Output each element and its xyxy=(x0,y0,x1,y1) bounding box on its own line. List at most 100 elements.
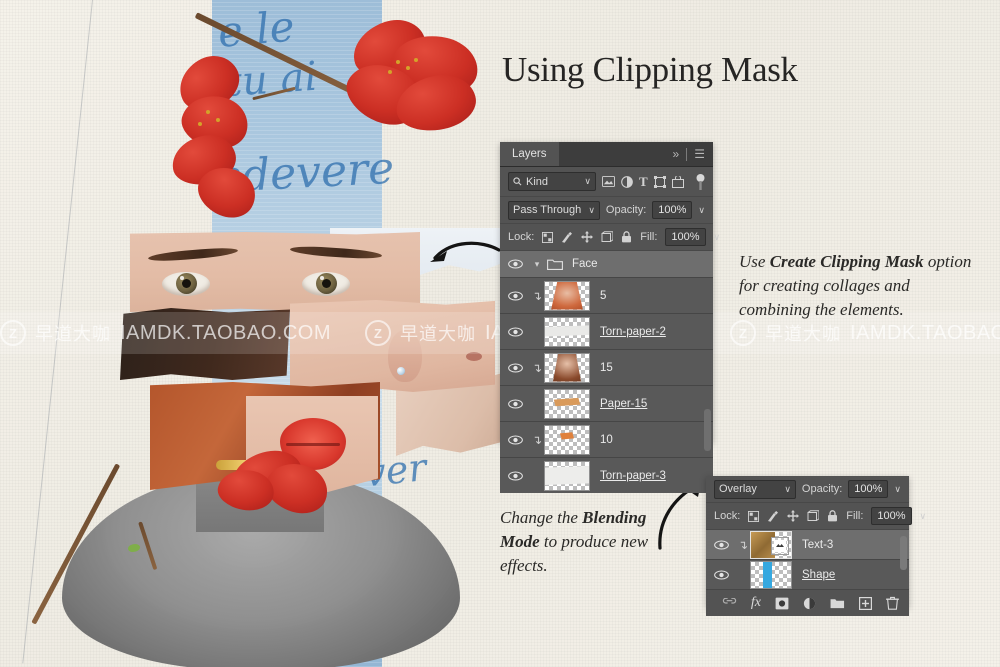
visibility-eye-icon[interactable] xyxy=(500,434,530,445)
filter-kind-select[interactable]: Kind ∨ xyxy=(508,172,596,191)
layer-name: 10 xyxy=(600,433,613,446)
pollen-b3 xyxy=(198,122,202,126)
visibility-eye-icon[interactable] xyxy=(706,569,736,580)
lock-all-icon[interactable] xyxy=(621,231,632,243)
dark-hair-slice xyxy=(120,308,290,380)
layer-thumbnail[interactable] xyxy=(750,560,792,589)
type-filter-icon[interactable]: T xyxy=(639,175,648,188)
delete-layer-icon[interactable] xyxy=(886,596,899,610)
adjustment-filter-icon[interactable] xyxy=(621,175,633,188)
lock-transparent-icon[interactable] xyxy=(542,231,554,243)
fill-chevron-down-icon[interactable]: ∨ xyxy=(920,511,927,522)
lock-artboard-icon[interactable] xyxy=(601,231,614,243)
layer-thumbnail[interactable] xyxy=(544,424,590,455)
opacity-label: Opacity: xyxy=(605,204,647,216)
link-icon[interactable] xyxy=(722,598,737,608)
layer-thumbnail[interactable] xyxy=(544,280,590,311)
fill-input[interactable]: 100% xyxy=(665,228,706,246)
pollen-a4 xyxy=(388,70,392,74)
layer-row-10[interactable]: ↴ 10 xyxy=(500,422,713,458)
fill-chevron-down-icon[interactable]: ∨ xyxy=(714,232,721,243)
layer-mask-thumbnail[interactable] xyxy=(771,536,789,555)
image-filter-icon[interactable] xyxy=(602,176,615,187)
chevron-down-icon[interactable]: ∨ xyxy=(784,484,791,495)
layer-row-5[interactable]: ↴ 5 xyxy=(500,278,713,314)
visibility-eye-icon[interactable] xyxy=(500,290,530,301)
pollen-b2 xyxy=(216,118,220,122)
fill-input[interactable]: 100% xyxy=(871,507,912,525)
tabbar-spacer xyxy=(559,142,665,166)
opacity-input[interactable]: 100% xyxy=(848,480,889,498)
fill-label: Fill: xyxy=(640,231,658,243)
lock-transparent-icon[interactable] xyxy=(748,510,760,522)
layer-row-shape[interactable]: Shape xyxy=(706,560,909,589)
add-mask-icon[interactable] xyxy=(775,597,789,610)
opacity-input[interactable]: 100% xyxy=(652,201,693,219)
layer-list[interactable]: ▾ Face ↴ 5 Torn-paper-2 ↴ 15 Paper-15 ↴ … xyxy=(500,251,713,493)
layer-thumbnail[interactable] xyxy=(544,460,590,491)
chevron-down-icon[interactable]: ∨ xyxy=(588,205,595,216)
group-expand-chevron-icon[interactable]: ▾ xyxy=(530,259,544,270)
filter-toggle-icon[interactable] xyxy=(696,173,705,190)
layer-thumbnail[interactable] xyxy=(750,530,792,559)
panel-controls: » ☰ xyxy=(665,142,713,166)
layer-thumbnail[interactable] xyxy=(544,388,590,419)
layer-row-text-3[interactable]: ↴ Text-3 xyxy=(706,530,909,560)
visibility-eye-icon[interactable] xyxy=(500,470,530,481)
annotation-blending-pre: Change the xyxy=(500,508,583,527)
opacity-chevron-down-icon[interactable]: ∨ xyxy=(698,205,705,216)
right-pupil xyxy=(322,279,331,288)
smartobject-filter-icon[interactable] xyxy=(671,175,684,188)
lock-image-icon[interactable] xyxy=(767,510,779,522)
fx-icon[interactable]: fx xyxy=(751,595,761,611)
panel-bottom-toolbar: fx xyxy=(706,589,909,616)
blend-mode-select[interactable]: Overlay ∨ xyxy=(714,479,796,499)
lock-artboard-icon[interactable] xyxy=(807,510,820,522)
left-pupil xyxy=(182,279,191,288)
panel-menu-icon[interactable]: ☰ xyxy=(694,147,705,161)
visibility-eye-icon[interactable] xyxy=(500,398,530,409)
lock-row: Lock: Fill: 100% ∨ xyxy=(500,224,720,251)
ear-shape xyxy=(388,330,422,382)
layer-thumbnail[interactable] xyxy=(544,316,590,347)
layer-row-torn-paper-3[interactable]: Torn-paper-3 xyxy=(500,458,713,493)
layer-row-paper-15[interactable]: Paper-15 xyxy=(500,386,713,422)
adjustment-layer-icon[interactable] xyxy=(803,597,816,610)
lock-all-icon[interactable] xyxy=(827,510,838,522)
filter-row: Kind ∨ T xyxy=(500,167,713,197)
visibility-eye-icon[interactable] xyxy=(500,259,530,269)
annotation-clipping-bold: Create Clipping Mask xyxy=(769,252,924,271)
layers-scrollbar[interactable] xyxy=(704,409,711,451)
blending-mode-panel[interactable]: Overlay ∨ Opacity: 100% ∨ Lock: Fill: 10… xyxy=(706,476,926,616)
visibility-eye-icon[interactable] xyxy=(706,539,736,550)
lock-position-icon[interactable] xyxy=(787,510,800,522)
visibility-eye-icon[interactable] xyxy=(500,362,530,373)
lock-position-icon[interactable] xyxy=(581,231,594,243)
tab-layers[interactable]: Layers xyxy=(500,142,559,166)
layer-name: Face xyxy=(572,258,598,270)
shape-filter-icon[interactable] xyxy=(653,175,666,188)
right-eye-glint xyxy=(320,276,324,280)
layer-name: 15 xyxy=(600,361,613,374)
layer-row-face[interactable]: ▾ Face xyxy=(500,251,713,278)
new-layer-icon[interactable] xyxy=(859,596,872,610)
opacity-chevron-down-icon[interactable]: ∨ xyxy=(894,484,901,495)
eyes-slice xyxy=(130,232,420,312)
pollen-a2 xyxy=(406,66,410,70)
annotation-blending-mode: Change the Blending Mode to produce new … xyxy=(500,506,690,578)
annotation-clipping-pre: Use xyxy=(739,252,770,271)
lock-row: Lock: Fill: 100% ∨ xyxy=(706,503,926,530)
blend-panel-scrollbar[interactable] xyxy=(900,536,907,570)
lock-image-icon[interactable] xyxy=(561,231,573,243)
layer-row-15[interactable]: ↴ 15 xyxy=(500,350,713,386)
chevron-down-icon[interactable]: ∨ xyxy=(584,176,591,187)
layers-panel[interactable]: Layers » ☰ Kind ∨ T Pass Through ∨ Opaci… xyxy=(500,142,720,493)
blend-panel-layer-list[interactable]: ↴ Text-3 Shape xyxy=(706,530,909,589)
blend-mode-select[interactable]: Pass Through ∨ xyxy=(508,200,600,220)
new-group-icon[interactable] xyxy=(830,597,845,609)
collapse-icon[interactable]: » xyxy=(673,147,680,161)
clipping-mask-indicator-icon: ↴ xyxy=(531,432,543,447)
visibility-eye-icon[interactable] xyxy=(500,326,530,337)
layer-thumbnail[interactable] xyxy=(544,352,590,383)
layer-row-torn-paper-2[interactable]: Torn-paper-2 xyxy=(500,314,713,350)
